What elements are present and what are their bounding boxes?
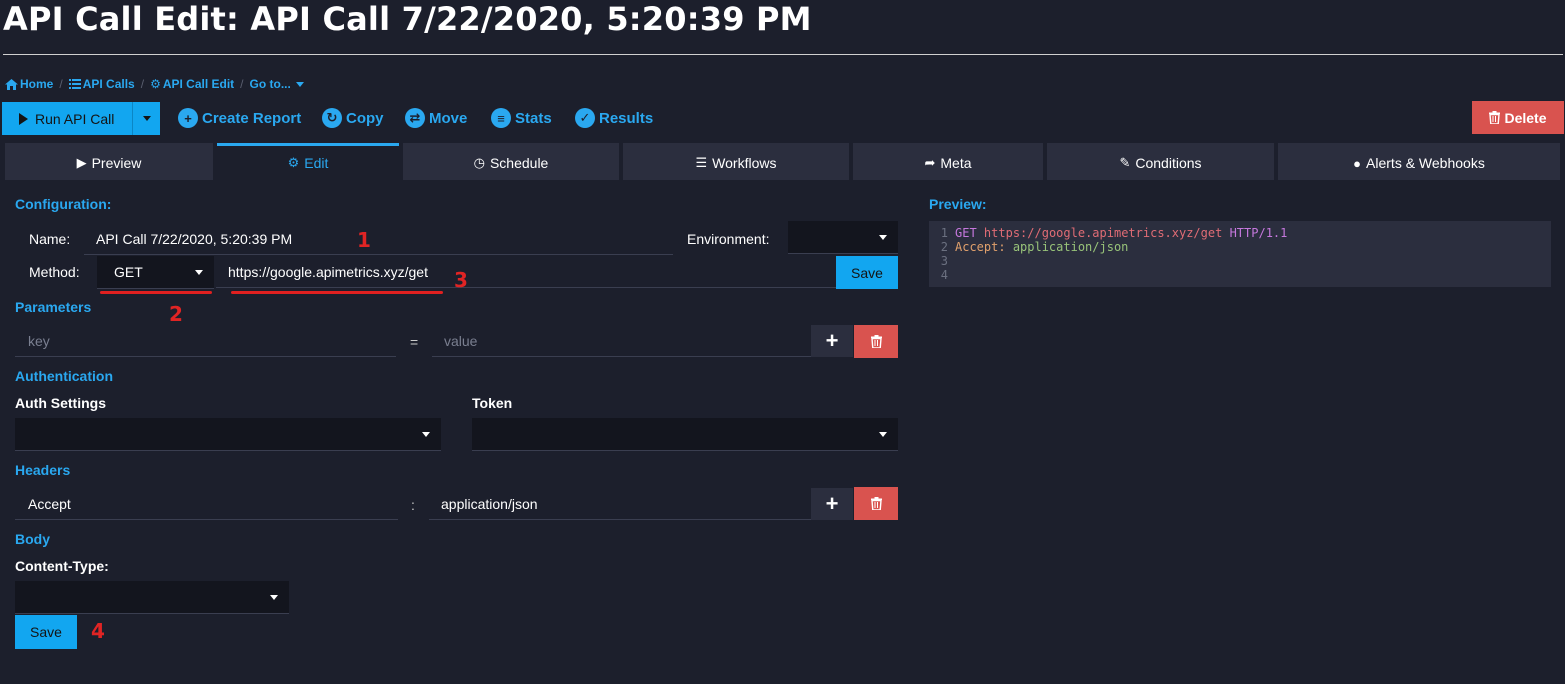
trash-icon [870,335,882,348]
headers-heading: Headers [15,462,71,478]
breadcrumb-api-calls[interactable]: API Calls [68,77,135,91]
tab-conditions[interactable]: ✎ Conditions [1047,143,1274,180]
environment-label: Environment: [687,231,770,247]
method-select[interactable]: GET [97,256,214,289]
annotation-underline-url [231,291,443,294]
header-colon: : [411,497,415,513]
configuration-heading: Configuration: [15,196,112,212]
chevron-down-icon [270,595,278,600]
code-line: 1 GET https://google.apimetrics.xyz/get … [940,226,1288,240]
code-line: 3 [940,254,948,268]
chevron-down-icon [422,432,430,437]
tab-meta[interactable]: ➦ Meta [853,143,1043,180]
header-key-input[interactable]: Accept [15,488,398,520]
share-icon: ➦ [924,155,936,170]
add-header-button[interactable]: + [811,488,853,520]
annotation-number-3: 3 [454,268,468,292]
exchange-icon: ⇄ [405,108,425,128]
home-icon [5,78,18,90]
stats-button[interactable]: ≡ Stats [491,108,552,128]
add-parameter-button[interactable]: + [811,325,853,357]
save-button[interactable]: Save [15,615,77,649]
trash-icon [1489,111,1501,124]
trash-icon [870,497,882,510]
plus-icon: + [825,491,839,516]
delete-button[interactable]: Delete [1472,101,1564,134]
plus-circle-icon: + [178,108,198,128]
list-icon: ☰ [695,155,708,170]
chevron-down-icon [142,116,151,121]
results-button[interactable]: ✓ Results [575,108,653,128]
chevron-down-icon [879,432,887,437]
preview-heading: Preview: [929,196,987,212]
annotation-number-2: 2 [169,302,183,326]
gear-icon: ⚙ [287,155,300,170]
breadcrumb: Home / API Calls / ⚙ API Call Edit / Go … [5,77,304,91]
play-icon [19,112,28,125]
content-type-label: Content-Type: [15,558,109,574]
breadcrumb-goto-dropdown[interactable]: Go to... [250,77,304,91]
delete-header-button[interactable] [854,487,898,520]
chevron-down-icon [195,270,203,275]
auth-settings-label: Auth Settings [15,395,106,411]
name-label: Name: [29,231,71,247]
parameter-key-input[interactable]: key [15,325,396,357]
content-type-select[interactable] [15,581,289,614]
copy-button[interactable]: ↻ Copy [322,108,384,128]
gear-icon: ⚙ [150,77,161,91]
plus-icon: + [825,328,839,353]
title-divider [3,54,1563,55]
environment-select[interactable] [788,221,898,254]
clock-icon: ◷ [473,155,485,170]
parameter-equals: = [410,334,419,350]
body-heading: Body [15,531,50,547]
request-preview-code: 1 GET https://google.apimetrics.xyz/get … [929,221,1551,287]
move-button[interactable]: ⇄ Move [405,108,467,128]
pencil-icon: ✎ [1119,155,1131,170]
annotation-number-1: 1 [357,228,371,252]
parameters-heading: Parameters [15,299,92,315]
play-icon: ▶ [76,155,87,170]
globe-icon: ● [1353,155,1362,171]
run-options-dropdown[interactable] [133,116,160,121]
parameter-value-input[interactable]: value [432,325,811,357]
token-select[interactable] [472,418,898,451]
refresh-icon: ↻ [322,108,342,128]
code-line: 2 Accept: application/json [940,240,1129,254]
list-circle-icon: ≡ [491,108,511,128]
chevron-down-icon [879,235,887,240]
tab-workflows[interactable]: ☰ Workflows [623,143,849,180]
name-input[interactable]: API Call 7/22/2020, 5:20:39 PM [84,223,673,255]
run-api-call-button-group: Run API Call [2,102,160,135]
method-label: Method: [29,264,80,280]
annotation-underline-method [100,291,212,294]
check-circle-icon: ✓ [575,108,595,128]
authentication-heading: Authentication [15,368,113,384]
tab-preview[interactable]: ▶ Preview [5,143,213,180]
breadcrumb-home[interactable]: Home [5,77,53,91]
page-title: API Call Edit: API Call 7/22/2020, 5:20:… [3,0,812,38]
tab-edit[interactable]: ⚙ Edit [217,143,399,180]
breadcrumb-api-call-edit[interactable]: ⚙ API Call Edit [150,77,234,91]
tab-alerts-webhooks[interactable]: ● Alerts & Webhooks [1278,143,1560,180]
annotation-number-4: 4 [91,619,105,643]
run-api-call-button[interactable]: Run API Call [2,102,133,135]
delete-parameter-button[interactable] [854,325,898,358]
save-url-button[interactable]: Save [836,256,898,289]
header-value-input[interactable]: application/json [429,488,811,520]
create-report-button[interactable]: + Create Report [178,108,301,128]
auth-settings-select[interactable] [15,418,441,451]
list-icon [68,79,81,89]
chevron-down-icon [295,81,304,87]
tab-schedule[interactable]: ◷ Schedule [403,143,619,180]
code-line: 4 [940,268,948,282]
token-label: Token [472,395,513,411]
url-input[interactable]: https://google.apimetrics.xyz/get [216,256,836,288]
